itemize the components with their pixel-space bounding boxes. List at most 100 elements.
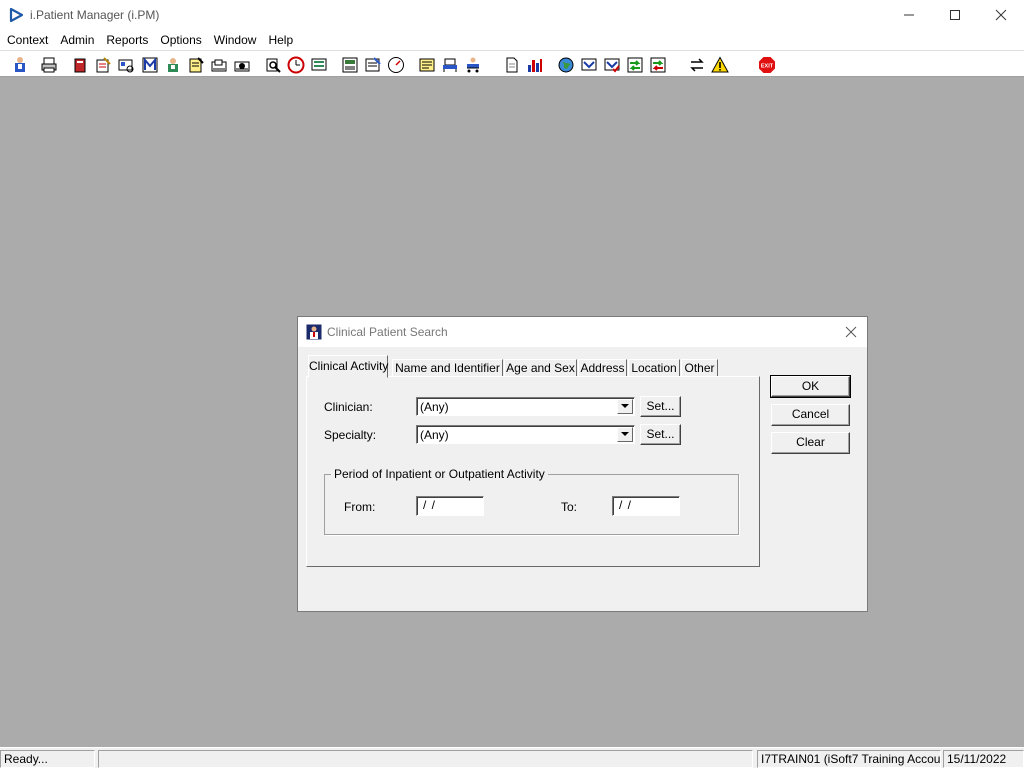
swap-button[interactable] bbox=[686, 54, 707, 75]
globe-button[interactable] bbox=[555, 54, 576, 75]
chevron-down-icon bbox=[621, 432, 629, 436]
status-account: I7TRAIN01 (iSoft7 Training Account) bbox=[757, 750, 941, 768]
menu-options[interactable]: Options bbox=[154, 30, 207, 50]
menu-context[interactable]: Context bbox=[1, 30, 54, 50]
form-icon bbox=[365, 56, 381, 71]
flag-button-1[interactable] bbox=[208, 54, 229, 75]
menu-window[interactable]: Window bbox=[208, 30, 263, 50]
dialog-close-button[interactable] bbox=[841, 322, 861, 342]
flag-button-2[interactable] bbox=[231, 54, 252, 75]
globe-icon bbox=[558, 57, 573, 72]
menu-help[interactable]: Help bbox=[262, 30, 299, 50]
tab-clinical-activity[interactable]: Clinical Activity bbox=[308, 355, 388, 378]
close-icon bbox=[845, 326, 857, 338]
book-button[interactable] bbox=[69, 54, 90, 75]
clinician-value: (Any) bbox=[420, 400, 449, 414]
status-message: Ready... bbox=[0, 750, 95, 768]
status-bar: Ready... I7TRAIN01 (iSoft7 Training Acco… bbox=[0, 747, 1024, 768]
exit-icon: EXIT bbox=[758, 56, 775, 73]
clock-icon bbox=[287, 56, 304, 73]
clock-button[interactable] bbox=[285, 54, 306, 75]
close-button[interactable] bbox=[978, 0, 1024, 30]
from-label: From: bbox=[344, 500, 376, 514]
to-date-input[interactable]: / / bbox=[612, 496, 680, 516]
tab-age-and-sex[interactable]: Age and Sex bbox=[504, 359, 577, 377]
minimize-icon bbox=[904, 14, 914, 16]
search-doc-button[interactable] bbox=[262, 54, 283, 75]
m-icon bbox=[142, 56, 157, 72]
stretcher-icon bbox=[466, 57, 479, 72]
patient-button[interactable] bbox=[9, 54, 30, 75]
cancel-button[interactable]: Cancel bbox=[771, 404, 850, 426]
bar-chart-icon bbox=[527, 58, 542, 72]
book-icon bbox=[74, 58, 85, 72]
gauge-icon bbox=[387, 56, 404, 73]
clinical-patient-search-dialog: Clinical Patient Search Clinical Activit… bbox=[297, 316, 868, 612]
report-icon bbox=[342, 57, 357, 72]
exit-button[interactable]: EXIT bbox=[756, 54, 777, 75]
print-button[interactable] bbox=[38, 54, 59, 75]
clear-button[interactable]: Clear bbox=[771, 432, 850, 454]
ok-button[interactable]: OK bbox=[770, 375, 851, 398]
inbox-check-icon bbox=[604, 58, 620, 72]
maximize-button[interactable] bbox=[932, 0, 978, 30]
clinician-icon bbox=[306, 324, 322, 340]
flag-icon bbox=[211, 59, 226, 71]
document-icon bbox=[506, 57, 517, 72]
clinician-select[interactable]: (Any) bbox=[416, 397, 635, 416]
dropdown-arrow[interactable] bbox=[617, 427, 633, 442]
printer-icon bbox=[41, 57, 56, 72]
monitor-button[interactable] bbox=[308, 54, 329, 75]
stretcher-button[interactable] bbox=[462, 54, 483, 75]
period-title: Period of Inpatient or Outpatient Activi… bbox=[331, 467, 548, 481]
clinician-label: Clinician: bbox=[324, 400, 373, 414]
search-doc-icon bbox=[266, 58, 281, 73]
id-card-button[interactable] bbox=[115, 54, 136, 75]
menu-admin[interactable]: Admin bbox=[54, 30, 100, 50]
specialty-label: Specialty: bbox=[324, 428, 377, 442]
period-groupbox: Period of Inpatient or Outpatient Activi… bbox=[324, 467, 739, 535]
from-date-input[interactable]: / / bbox=[416, 496, 484, 516]
clinician-set-button[interactable]: Set... bbox=[640, 396, 681, 417]
maximize-icon bbox=[950, 10, 960, 20]
bed-button[interactable] bbox=[439, 54, 460, 75]
tab-location[interactable]: Location bbox=[628, 359, 680, 377]
menu-reports[interactable]: Reports bbox=[100, 30, 154, 50]
toolbar: EXIT bbox=[0, 50, 1024, 77]
tab-name-and-identifier[interactable]: Name and Identifier bbox=[392, 359, 503, 377]
app-title: i.Patient Manager (i.PM) bbox=[30, 8, 160, 22]
notes-button[interactable] bbox=[185, 54, 206, 75]
tab-other[interactable]: Other bbox=[681, 359, 718, 377]
dialog-title-bar[interactable]: Clinical Patient Search bbox=[298, 317, 867, 347]
m-button[interactable] bbox=[139, 54, 160, 75]
minimize-button[interactable] bbox=[886, 0, 932, 30]
app-logo-icon bbox=[9, 7, 24, 23]
dialog-title: Clinical Patient Search bbox=[327, 325, 448, 339]
transfer-button-2[interactable] bbox=[647, 54, 668, 75]
inbox-check-button[interactable] bbox=[601, 54, 622, 75]
clinician-button[interactable] bbox=[162, 54, 183, 75]
bar-chart-button[interactable] bbox=[524, 54, 545, 75]
report-button[interactable] bbox=[339, 54, 360, 75]
specialty-set-button[interactable]: Set... bbox=[640, 424, 681, 445]
exit-icon-label: EXIT bbox=[760, 63, 773, 69]
inbox-button[interactable] bbox=[578, 54, 599, 75]
chart-pen-button[interactable] bbox=[92, 54, 113, 75]
warning-icon bbox=[710, 55, 729, 72]
arrow-transfer-icon bbox=[627, 57, 642, 72]
status-middle-pane bbox=[98, 750, 753, 768]
form-button[interactable] bbox=[362, 54, 383, 75]
menu-bar: Context Admin Reports Options Window Hel… bbox=[0, 30, 1024, 50]
document-button[interactable] bbox=[501, 54, 522, 75]
to-label: To: bbox=[561, 500, 578, 514]
notepad-button[interactable] bbox=[416, 54, 437, 75]
chart-pen-icon bbox=[96, 56, 111, 72]
specialty-select[interactable]: (Any) bbox=[416, 425, 635, 444]
tab-address[interactable]: Address bbox=[578, 359, 627, 377]
warning-button[interactable] bbox=[709, 54, 730, 75]
app-title-bar: i.Patient Manager (i.PM) bbox=[0, 0, 1024, 30]
dropdown-arrow[interactable] bbox=[617, 399, 633, 414]
patient-icon bbox=[14, 56, 25, 72]
transfer-button-1[interactable] bbox=[624, 54, 645, 75]
gauge-button[interactable] bbox=[385, 54, 406, 75]
